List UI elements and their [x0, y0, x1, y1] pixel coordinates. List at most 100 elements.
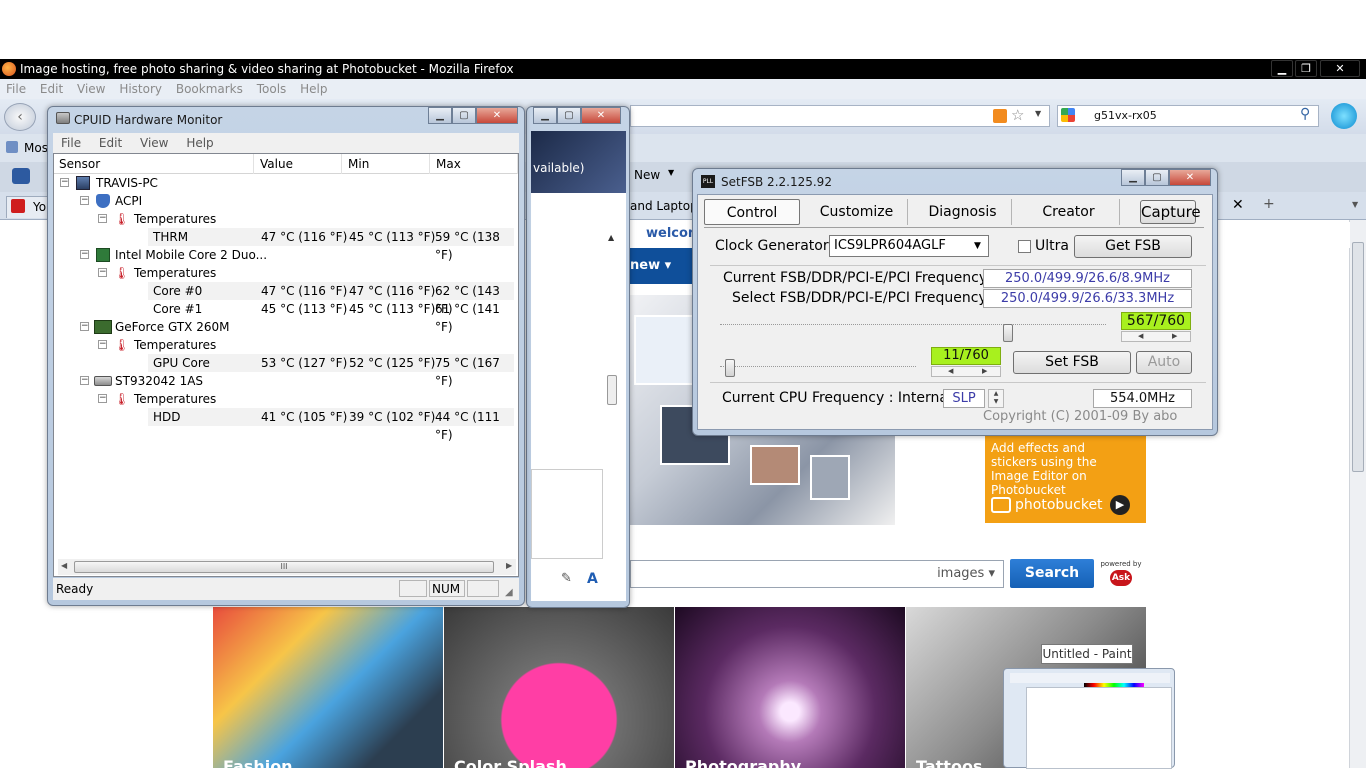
tree-row-device[interactable]: − Intel Mobile Core 2 Duo...	[54, 246, 514, 264]
setfsb-close-button[interactable]: ✕	[1169, 169, 1211, 186]
maximize-button[interactable]: ▢	[557, 107, 581, 124]
column-max[interactable]: Max	[431, 154, 518, 174]
setfsb-maximize-button[interactable]: ▢	[1145, 169, 1169, 186]
new-button[interactable]: New	[634, 168, 660, 182]
scrollbar-thumb[interactable]	[1352, 242, 1364, 472]
set-fsb-button[interactable]: Set FSB	[1013, 351, 1131, 374]
ultra-checkbox[interactable]	[1018, 240, 1031, 253]
tree-row-device[interactable]: − GeForce GTX 260M	[54, 318, 514, 336]
column-sensor[interactable]: Sensor	[54, 154, 254, 174]
page-scrollbar[interactable]	[1349, 220, 1366, 768]
back-arrow-icon[interactable]: ‹	[4, 103, 36, 131]
tile-fashion[interactable]: Fashion	[213, 607, 443, 768]
tab-laptop[interactable]: and Laptop	[630, 199, 698, 213]
scroll-up-icon[interactable]: ▲	[608, 233, 614, 242]
resize-grip-icon[interactable]: ◢	[505, 582, 513, 604]
tab-control[interactable]: Control	[704, 199, 800, 225]
spin-right-icon[interactable]: ▶	[1172, 332, 1177, 341]
pencil-icon[interactable]: ✎	[561, 571, 572, 586]
menu-edit[interactable]: Edit	[40, 82, 63, 96]
spin-down-icon[interactable]: ▼	[989, 398, 1003, 406]
scroll-right-icon[interactable]: ▶	[506, 561, 512, 570]
tree-row-computer[interactable]: − TRAVIS-PC	[54, 174, 514, 192]
cpuid-close-button[interactable]: ✕	[476, 107, 518, 124]
fsb-spin-buttons[interactable]: ◀ ▶	[1121, 331, 1191, 342]
google-icon[interactable]	[1061, 108, 1075, 122]
slp-spin-buttons[interactable]: ▲ ▼	[988, 389, 1004, 408]
menu-view[interactable]: View	[77, 82, 105, 96]
collapse-icon[interactable]: −	[98, 394, 107, 403]
tab-list-icon[interactable]: ▼	[1352, 200, 1358, 209]
pll-slider-thumb[interactable]	[724, 359, 735, 377]
menu-bookmarks[interactable]: Bookmarks	[176, 82, 243, 96]
collapse-icon[interactable]: −	[80, 322, 89, 331]
collapse-icon[interactable]: −	[98, 214, 107, 223]
table-row[interactable]: Core #1 45 °C (113 °F) 45 °C (113 °F) 61…	[54, 300, 514, 334]
fsb-slider-track[interactable]	[720, 324, 1106, 326]
skype-icon[interactable]	[1331, 103, 1357, 129]
firefox-maximize-button[interactable]: ❐	[1295, 60, 1317, 77]
paint-taskbar-thumbnail[interactable]	[1003, 668, 1175, 769]
tree-row-group[interactable]: − 🌡 Temperatures	[54, 336, 514, 354]
clock-generator-select[interactable]: ICS9LPR604AGLF ▼	[829, 235, 989, 257]
chevron-down-icon[interactable]: ▼	[668, 168, 674, 177]
image-editor-promo[interactable]: Add effects and stickers using the Image…	[985, 435, 1146, 523]
star-icon[interactable]: ☆	[1011, 106, 1024, 124]
get-fsb-button[interactable]: Get FSB	[1074, 235, 1192, 258]
auto-button[interactable]: Auto	[1136, 351, 1192, 374]
table-row[interactable]: GPU Core 53 °C (127 °F) 52 °C (125 °F) 7…	[54, 354, 514, 388]
tree-row-device[interactable]: − ACPI	[54, 192, 514, 210]
setfsb-minimize-button[interactable]: ▁	[1121, 169, 1145, 186]
menu-help[interactable]: Help	[300, 82, 327, 96]
pb-search-button[interactable]: Search	[1010, 559, 1094, 588]
editor-box[interactable]	[531, 469, 603, 559]
pb-nav-item[interactable]: new ▾	[630, 248, 694, 284]
url-bar[interactable]: ☆ ▼	[630, 105, 1050, 127]
menu-history[interactable]: History	[119, 82, 162, 96]
spin-left-icon[interactable]: ◀	[1138, 332, 1143, 341]
font-icon[interactable]: A	[587, 571, 598, 587]
minimize-button[interactable]: ▁	[533, 107, 557, 124]
menu-file[interactable]: File	[6, 82, 26, 96]
collapse-icon[interactable]: −	[80, 250, 89, 259]
scrollbar-thumb[interactable]	[607, 375, 617, 405]
collapse-icon[interactable]: −	[60, 178, 69, 187]
tree-row-device[interactable]: − ST932042 1AS	[54, 372, 514, 390]
bookmark-item[interactable]: Mos	[24, 134, 48, 162]
chevron-down-icon[interactable]: ▼	[1035, 109, 1041, 118]
spin-right-icon[interactable]: ▶	[982, 367, 987, 376]
addon-icon[interactable]	[12, 168, 30, 184]
cpuid-menu-edit[interactable]: Edit	[99, 136, 122, 150]
cpuid-menu-file[interactable]: File	[61, 136, 81, 150]
table-row[interactable]: HDD 41 °C (105 °F) 39 °C (102 °F) 44 °C …	[54, 408, 514, 442]
tab-customize[interactable]: Customize	[806, 199, 908, 225]
spin-up-icon[interactable]: ▲	[989, 390, 1003, 398]
cpuid-maximize-button[interactable]: ▢	[452, 107, 476, 124]
pll-spin-buttons[interactable]: ◀ ▶	[931, 366, 1001, 377]
magnifier-icon[interactable]: ⚲	[1300, 106, 1310, 122]
tree-row-group[interactable]: − 🌡 Temperatures	[54, 210, 514, 228]
table-row[interactable]: Core #0 47 °C (116 °F) 47 °C (116 °F) 62…	[54, 282, 514, 316]
firefox-minimize-button[interactable]: ▁	[1271, 60, 1293, 77]
tree-row-group[interactable]: − 🌡 Temperatures	[54, 264, 514, 282]
rss-icon[interactable]	[993, 109, 1007, 123]
collapse-icon[interactable]: −	[80, 376, 89, 385]
menu-tools[interactable]: Tools	[257, 82, 287, 96]
close-tab-icon[interactable]: ✕	[1232, 197, 1244, 213]
tile-photography[interactable]: Photography	[675, 607, 905, 768]
collapse-icon[interactable]: −	[80, 196, 89, 205]
cpuid-horizontal-scrollbar[interactable]: ◀ III ▶	[58, 559, 516, 575]
tab-diagnosis[interactable]: Diagnosis	[914, 199, 1012, 225]
tile-color-splash[interactable]: Color Splash	[444, 607, 674, 768]
column-value[interactable]: Value	[255, 154, 342, 174]
chevron-down-icon[interactable]: ▼	[974, 236, 981, 256]
arrow-right-icon[interactable]: ▶	[1110, 495, 1130, 515]
scrollbar-thumb[interactable]: III	[74, 561, 494, 573]
cpuid-menu-help[interactable]: Help	[186, 136, 213, 150]
close-button[interactable]: ✕	[581, 107, 621, 124]
table-row[interactable]: THRM 47 °C (116 °F) 45 °C (113 °F) 59 °C…	[54, 228, 514, 262]
tree-row-group[interactable]: − 🌡 Temperatures	[54, 390, 514, 408]
fsb-slider-thumb[interactable]	[1002, 324, 1013, 342]
firefox-close-button[interactable]: ✕	[1320, 60, 1360, 77]
pb-search-input[interactable]: images ▾	[630, 560, 1004, 588]
